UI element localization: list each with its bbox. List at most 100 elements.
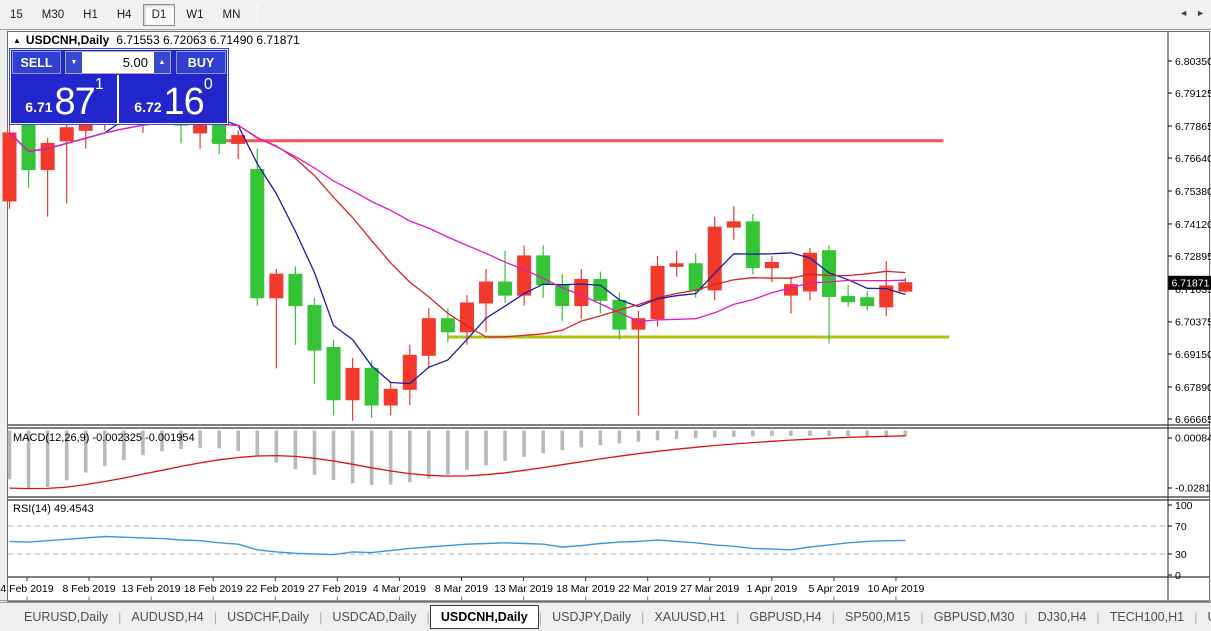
timeframe-toolbar: 15 M30 H1 H4 D1 W1 MN	[0, 0, 1211, 30]
rsi-tick-label: 30	[1175, 549, 1187, 561]
tab-GBPUSD-M30[interactable]: GBPUSD,M30	[924, 606, 1025, 628]
date-label: 1 Apr 2019	[746, 583, 797, 595]
buy-button[interactable]: BUY	[176, 51, 226, 74]
symbol-tab-bar: EURUSD,Daily | AUDUSD,H4 | USDCHF,Daily | USDC…	[0, 602, 1211, 631]
tab-XAUUSD-H1[interactable]: XAUUSD,H1	[644, 606, 736, 628]
tab-USDCAD-Daily[interactable]: USDCAD,Daily	[322, 606, 426, 628]
candle-body	[803, 252, 818, 292]
date-label: 10 Apr 2019	[868, 583, 925, 595]
candle-body	[459, 302, 474, 333]
volume-spinner: ▼ ▲	[65, 51, 171, 74]
candle-body	[288, 273, 303, 307]
tab-GBPUSD-H4[interactable]: GBPUSD,H4	[739, 606, 831, 628]
candle-body	[726, 221, 741, 228]
macd-histogram-bar	[236, 430, 241, 451]
price-tick-label: 6.72895	[1175, 251, 1211, 263]
macd-histogram-bar	[865, 430, 869, 437]
candle-body	[669, 263, 684, 267]
macd-histogram-bar	[522, 430, 526, 457]
sell-button[interactable]: SELL	[12, 51, 61, 74]
macd-histogram-bar	[827, 430, 831, 437]
candle-body	[517, 255, 532, 296]
macd-histogram-bar	[388, 430, 393, 485]
candle-body	[498, 281, 513, 296]
tab-AUDUSD-H4[interactable]: AUDUSD,H4	[121, 606, 213, 628]
price-tick-label: 6.70375	[1175, 317, 1211, 329]
tab-EURUSD-Daily[interactable]: EURUSD,Daily	[14, 606, 118, 628]
candle-body	[269, 273, 284, 299]
chart-title: ▲ USDCNH,Daily 6.71553 6.72063 6.71490 6.7…	[13, 33, 300, 47]
tab-TECH100-H1[interactable]: TECH100,H1	[1100, 606, 1194, 628]
chart-ohlc-values: 6.71553 6.72063 6.71490 6.71871	[116, 33, 300, 47]
candle-body	[307, 305, 322, 351]
sell-price-big-digits: 87	[54, 81, 96, 123]
timeframe-button-MN[interactable]: MN	[215, 5, 249, 25]
macd-tick-label: 0.000849	[1175, 433, 1211, 445]
macd-histogram-bar	[712, 430, 717, 438]
candle-body	[421, 318, 436, 356]
macd-histogram-bar	[350, 430, 355, 484]
timeframe-button-M30[interactable]: M30	[34, 5, 72, 25]
candle-body	[345, 367, 360, 401]
macd-histogram-bar	[808, 430, 812, 436]
tab-USDCHF-Daily[interactable]: USDCHF,Daily	[217, 606, 319, 628]
macd-histogram-bar	[369, 430, 374, 485]
volume-input[interactable]	[82, 52, 154, 73]
timeframe-button-15[interactable]: 15	[2, 5, 31, 25]
buy-price-pip-digit: 0	[203, 76, 213, 93]
macd-histogram-bar	[446, 430, 450, 475]
candle-body	[364, 367, 379, 406]
timeframe-button-H1[interactable]: H1	[75, 5, 106, 25]
date-label: 18 Feb 2019	[184, 583, 243, 595]
candle-body	[250, 169, 265, 299]
macd-histogram-bar	[312, 430, 317, 475]
candle-body	[2, 132, 17, 202]
macd-histogram-bar	[217, 430, 221, 449]
tab-USDJPY-Daily[interactable]: USDJPY,Daily	[542, 606, 641, 628]
candle-body	[898, 282, 913, 292]
buy-price-display[interactable]: 6.72 16 0	[121, 75, 226, 123]
timeframe-button-H4[interactable]: H4	[109, 5, 140, 25]
date-label: 27 Feb 2019	[308, 583, 367, 595]
volume-increase-button[interactable]: ▲	[154, 52, 170, 73]
date-label: 8 Feb 2019	[62, 583, 115, 595]
buy-price-prefix: 6.72	[134, 99, 162, 115]
tab-USDCNH-Daily[interactable]: USDCNH,Daily	[429, 605, 539, 629]
macd-histogram-bar	[198, 430, 202, 448]
candle-body	[383, 388, 398, 406]
macd-histogram-bar	[7, 430, 12, 480]
sell-price-display[interactable]: 6.71 87 1	[12, 75, 119, 123]
macd-histogram-bar	[789, 430, 793, 436]
tab-scroll-right-icon[interactable]: ►	[1196, 8, 1205, 18]
tab-UKO[interactable]: UKO	[1197, 606, 1211, 628]
price-tick-label: 6.66665	[1175, 414, 1211, 426]
price-tick-label: 6.80350	[1175, 56, 1211, 68]
tab-DJ30-H4[interactable]: DJ30,H4	[1028, 606, 1097, 628]
macd-histogram-bar	[636, 430, 641, 442]
timeframe-button-D1[interactable]: D1	[142, 3, 176, 26]
candle-body	[860, 297, 875, 307]
price-tick-label: 6.76640	[1175, 153, 1211, 165]
candle-body	[841, 295, 856, 303]
macd-histogram-bar	[560, 430, 565, 451]
macd-histogram-bar	[655, 430, 660, 441]
candle-body	[764, 261, 779, 269]
date-label: 8 Mar 2019	[435, 583, 488, 595]
macd-histogram-bar	[884, 430, 889, 437]
candle-body	[631, 318, 646, 330]
candle-body	[745, 221, 760, 269]
price-tick-label: 6.67890	[1175, 382, 1211, 394]
tab-SP500-M15[interactable]: SP500,M15	[835, 606, 920, 628]
one-click-trading-panel: SELL ▼ ▲ BUY 6.71 87 1 6.72 16 0	[9, 48, 229, 125]
candle-body	[440, 318, 455, 333]
collapse-icon[interactable]: ▲	[13, 36, 21, 45]
tab-scroll-left-icon[interactable]: ◄	[1179, 8, 1188, 18]
macd-histogram-bar	[751, 430, 755, 437]
macd-histogram-bar	[293, 430, 298, 470]
price-tick-label: 6.74120	[1175, 219, 1211, 231]
volume-decrease-button[interactable]: ▼	[66, 52, 82, 73]
buy-price-big-digits: 16	[163, 81, 205, 123]
timeframe-button-W1[interactable]: W1	[178, 5, 211, 25]
date-label: 13 Feb 2019	[122, 583, 181, 595]
rsi-tick-label: 70	[1175, 521, 1187, 533]
